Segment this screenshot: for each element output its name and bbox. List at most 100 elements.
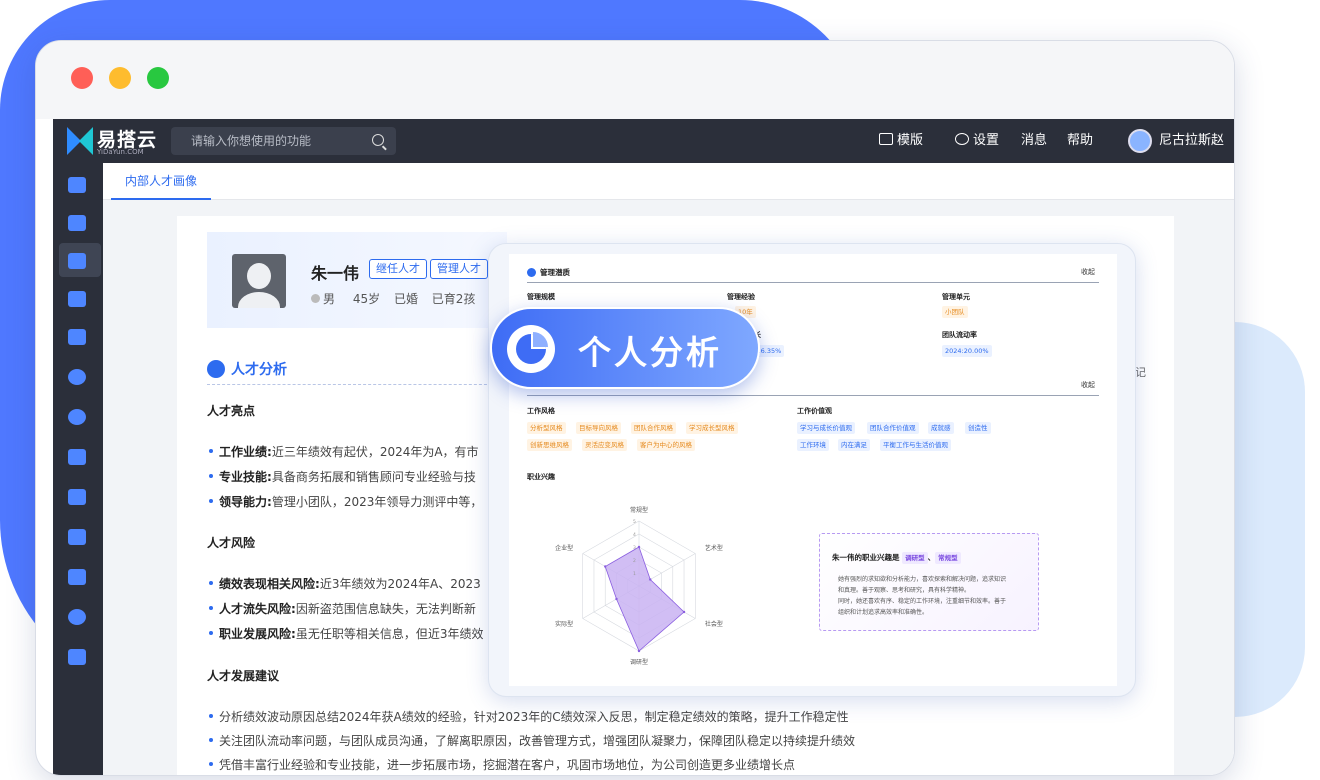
sidebar-item-clipboard-icon[interactable]: [68, 529, 86, 545]
minimize-dot[interactable]: [109, 67, 131, 89]
template-button[interactable]: 模版: [879, 119, 923, 163]
user-name[interactable]: 尼古拉斯赵: [1159, 119, 1224, 163]
radar-tick-label: 3: [633, 545, 636, 551]
note-line: 她有强烈的求知欲和分析能力，喜欢探索和解决问题，追求知识: [838, 576, 1007, 583]
collapse-button[interactable]: 收起: [1081, 267, 1095, 277]
style-tag: 创新思维风格: [527, 439, 572, 451]
style-tag: 客户为中心的风格: [637, 439, 695, 451]
sidebar-item-group-icon[interactable]: [68, 449, 86, 465]
value-tag: 学习与成长价值观: [797, 422, 855, 434]
style-tag: 分析型风格: [527, 422, 566, 434]
advice-title: 人才发展建议: [207, 669, 280, 683]
interest-radar-chart: 1 2 3 4 5 常规型艺术型社会型调研型 实际型 企业型: [555, 506, 723, 666]
radar-tick-label: 5: [633, 519, 636, 525]
personal-analysis-badge[interactable]: 个人分析: [490, 307, 760, 389]
style-tag: 目标导向风格: [576, 422, 621, 434]
profile-children: 已育2孩: [431, 292, 476, 306]
note-title: 朱一伟的职业兴趣是 调研型、常规型: [832, 552, 961, 564]
panel-divider: [527, 282, 1099, 283]
profile-name: 朱一伟: [311, 264, 360, 283]
note-tag: 调研型: [902, 552, 928, 564]
list-item: 绩效表现相关风险:近3年绩效为2024年A、2023: [209, 577, 481, 591]
list-item: 专业技能:具备商务拓展和销售顾问专业经验与技: [209, 470, 476, 484]
help-button[interactable]: 帮助: [1067, 119, 1093, 163]
highlights-title: 人才亮点: [207, 404, 256, 418]
unit-value: 小团队: [942, 306, 968, 318]
sidebar-item-card-icon[interactable]: [68, 489, 86, 505]
note-line: 和真理。善于观察、思考和研究，具有科学精神。: [838, 587, 971, 594]
interest-title: 职业兴趣: [527, 473, 555, 481]
sidebar-item-wallet-icon[interactable]: [68, 291, 86, 307]
style-tag: 灵活应变风格: [582, 439, 627, 451]
profile-marital: 已婚: [393, 292, 418, 306]
field-exp: 管理经验: [727, 293, 755, 301]
sidebar-item-cycle-icon[interactable]: [68, 369, 86, 385]
side-fragment: 记: [1135, 366, 1146, 379]
profile-info: 男 45岁 已婚 已育2孩 共青: [311, 290, 513, 307]
radar-category-label: 企业型: [555, 544, 573, 552]
note-prefix: 朱一伟的职业兴趣是: [832, 553, 900, 562]
gear-icon: [955, 133, 969, 145]
note-tag: 常规型: [935, 552, 961, 564]
profile-tag: 继任人才: [369, 259, 427, 279]
value-tag: 平衡工作与生活价值观: [880, 439, 951, 451]
window-titlebar: [36, 41, 1234, 119]
field-unit: 管理单元: [942, 293, 970, 301]
brand-sub: YiDaYun.COM: [97, 148, 144, 156]
user-avatar[interactable]: [1128, 129, 1152, 153]
search-box[interactable]: [171, 127, 396, 155]
profile-gender: 男: [323, 292, 336, 306]
radar-tick-label: 1: [633, 571, 636, 577]
mgmt-title: 管理潜质: [527, 267, 570, 278]
tab-internal-talent-profile[interactable]: 内部人才画像: [111, 163, 212, 200]
sidebar-item-book-icon[interactable]: [68, 569, 86, 585]
logo-icon: [67, 127, 93, 155]
profile-age: 45岁: [352, 292, 381, 306]
maximize-dot[interactable]: [147, 67, 169, 89]
sidebar: [53, 163, 103, 775]
list-item: 分析绩效波动原因总结2024年获A绩效的经验，针对2023年的C绩效深入反思，制…: [209, 710, 849, 724]
collapse-button-2[interactable]: 收起: [1081, 380, 1095, 390]
radar-tick-label: 4: [633, 532, 636, 538]
style-title: 工作风格: [527, 407, 555, 415]
radar-category-label: 社会型: [705, 620, 723, 628]
search-icon[interactable]: [372, 134, 384, 146]
value-tag: 创造性: [965, 422, 991, 434]
values-title: 工作价值观: [797, 407, 832, 415]
template-icon: [879, 133, 893, 145]
style-tag: 团队合作风格: [631, 422, 676, 434]
messages-button[interactable]: 消息: [1021, 119, 1047, 163]
value-tag: 工作环境: [797, 439, 829, 451]
radar-tick-label: 2: [633, 558, 636, 564]
sidebar-item-face-icon[interactable]: [68, 409, 86, 425]
sidebar-item-team-icon[interactable]: [68, 253, 86, 269]
radar-point: [637, 545, 641, 549]
top-nav: 易搭云 YiDaYun.COM 模版 设置 消息 帮助 尼古拉斯赵: [53, 119, 1234, 163]
close-dot[interactable]: [71, 67, 93, 89]
note-line: 同时，她还喜欢有序、稳定的工作环境，注重细节和效率。善于: [838, 598, 1007, 605]
section-divider: [207, 384, 497, 385]
radar-category-label: 常规型: [630, 506, 648, 514]
turnover-value: 2024:20.00%: [942, 345, 992, 357]
note-line: 组织和计划追求高效率和准确性。: [838, 609, 929, 616]
sidebar-item-user-card-icon[interactable]: [68, 649, 86, 665]
sidebar-item-user-clock-icon[interactable]: [68, 329, 86, 345]
value-tag: 内在满足: [838, 439, 870, 451]
radar-category-label: 调研型: [630, 658, 648, 666]
radar-point: [637, 649, 641, 653]
settings-button[interactable]: 设置: [955, 119, 999, 163]
search-input[interactable]: [191, 127, 361, 155]
sidebar-item-profile-icon[interactable]: [68, 177, 86, 193]
sidebar-item-search-icon[interactable]: [68, 609, 86, 625]
radar-category-label: 艺术型: [705, 544, 723, 552]
list-item: 人才流失风险:因新盗范围信息缺失，无法判断新: [209, 602, 476, 616]
list-item: 领导能力:管理小团队，2023年领导力测评中等，: [208, 495, 483, 509]
sidebar-item-case-icon[interactable]: [68, 215, 86, 231]
radar-point: [604, 565, 607, 568]
radar-point: [682, 610, 686, 614]
list-item: 凭借丰富行业经验和专业技能，进一步拓展市场，挖掘潜在客户，巩固市场地位，为公司创…: [208, 758, 796, 772]
value-tag: 成就感: [928, 422, 954, 434]
risks-title: 人才风险: [207, 536, 256, 550]
tab-bar: 内部人才画像: [103, 163, 1234, 200]
field-scale: 管理规模: [527, 293, 555, 301]
